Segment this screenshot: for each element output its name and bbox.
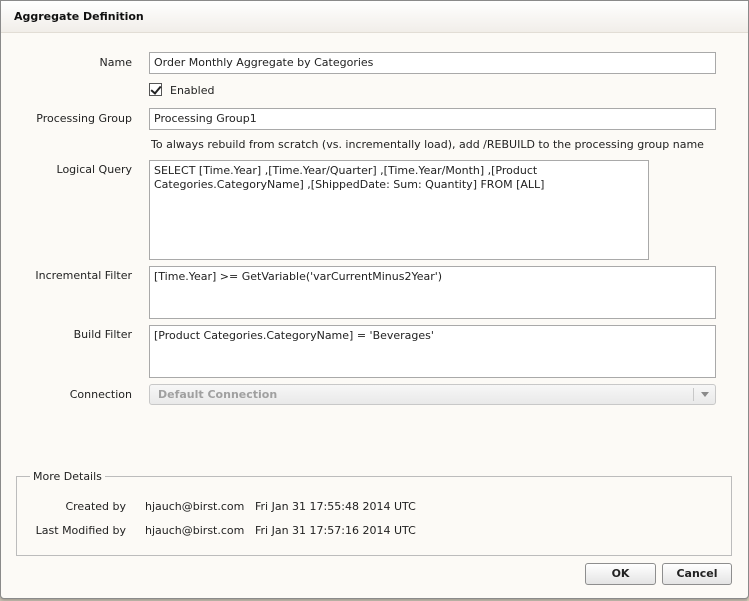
- processing-group-hint: To always rebuild from scratch (vs. incr…: [151, 138, 704, 151]
- chevron-down-icon[interactable]: [701, 392, 709, 397]
- connection-select-value: Default Connection: [158, 388, 278, 401]
- build-filter-label: Build Filter: [73, 328, 132, 341]
- processing-group-label: Processing Group: [36, 112, 132, 125]
- processing-group-input[interactable]: Processing Group1: [149, 108, 716, 130]
- connection-label: Connection: [69, 388, 132, 401]
- enabled-checkbox[interactable]: [149, 83, 162, 96]
- connection-select[interactable]: Default Connection: [149, 384, 716, 405]
- dialog-titlebar: Aggregate Definition: [1, 1, 748, 33]
- more-details-group: [16, 476, 732, 556]
- connection-select-divider: [693, 388, 694, 401]
- last-modified-by-date: Fri Jan 31 17:57:16 2014 UTC: [255, 524, 416, 537]
- more-details-legend: More Details: [30, 470, 105, 483]
- enabled-label: Enabled: [170, 84, 215, 97]
- created-by-label: Created by: [65, 500, 126, 513]
- build-filter-textarea[interactable]: [Product Categories.CategoryName] = 'Bev…: [149, 325, 716, 378]
- logical-query-label: Logical Query: [56, 163, 132, 176]
- cancel-button[interactable]: Cancel: [662, 563, 732, 585]
- name-input[interactable]: Order Monthly Aggregate by Categories: [149, 52, 716, 74]
- incremental-filter-textarea[interactable]: [Time.Year] >= GetVariable('varCurrentMi…: [149, 266, 716, 319]
- created-by-date: Fri Jan 31 17:55:48 2014 UTC: [255, 500, 416, 513]
- dialog-title: Aggregate Definition: [14, 10, 144, 23]
- aggregate-definition-dialog: Aggregate Definition Name Order Monthly …: [0, 0, 749, 599]
- logical-query-textarea[interactable]: SELECT [Time.Year] ,[Time.Year/Quarter] …: [149, 160, 649, 260]
- incremental-filter-label: Incremental Filter: [35, 269, 132, 282]
- name-label: Name: [99, 56, 132, 69]
- last-modified-by-label: Last Modified by: [35, 524, 126, 537]
- ok-button[interactable]: OK: [585, 563, 656, 585]
- created-by-user: hjauch@birst.com: [145, 500, 245, 513]
- last-modified-by-user: hjauch@birst.com: [145, 524, 245, 537]
